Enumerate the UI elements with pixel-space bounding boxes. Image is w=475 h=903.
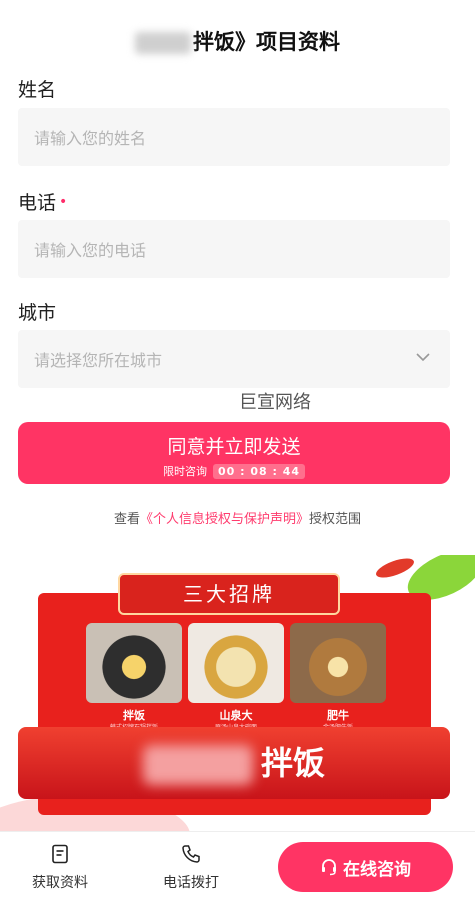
food-label: 拌饭 <box>123 709 145 722</box>
promo-image: 三大招牌 拌饭 韩式招牌石锅拌饭 山泉大 原汤山泉大碗面 肥牛 金汤肥牛饭 拌饭 <box>0 555 475 845</box>
food-label: 肥牛 <box>327 709 349 722</box>
bottom-tabbar: 获取资料 电话拨打 在线咨询 <box>0 831 475 903</box>
phone-label: 电话 • <box>18 192 68 214</box>
headset-icon <box>322 859 336 876</box>
chevron-down-icon <box>416 353 430 362</box>
page-title: 拌饭》项目资料 <box>0 26 475 56</box>
watermark-text: 巨宣网络 <box>239 392 311 413</box>
required-mark: • <box>59 194 68 210</box>
online-consult-button[interactable]: 在线咨询 <box>278 842 453 892</box>
food-image-beef <box>290 623 386 703</box>
tab-get-materials[interactable]: 获取资料 <box>15 844 105 892</box>
promo-brand-banner: 拌饭 <box>18 727 450 799</box>
food-label: 山泉大 <box>219 709 253 722</box>
submit-button[interactable]: 同意并立即发送 限时咨询 00 : 08 : 44 <box>18 422 450 484</box>
submit-label: 同意并立即发送 <box>167 436 301 458</box>
privacy-notice: 查看《个人信息授权与保护声明》授权范围 <box>113 512 362 527</box>
promo-banner: 三大招牌 <box>118 573 340 615</box>
name-input[interactable]: 请输入您的姓名 <box>18 108 450 166</box>
document-icon <box>52 844 68 864</box>
countdown: 限时咨询 00 : 08 : 44 <box>18 463 450 479</box>
city-label: 城市 <box>18 302 57 324</box>
food-image-bibimbap <box>86 623 182 703</box>
food-image-noodles <box>188 623 284 703</box>
phone-icon <box>182 845 200 863</box>
blurred-brand <box>135 32 191 54</box>
name-label: 姓名 <box>18 79 57 101</box>
city-select[interactable]: 请选择您所在城市 <box>18 330 450 388</box>
privacy-link[interactable]: 《个人信息授权与保护声明》 <box>140 512 309 527</box>
countdown-timer: 00 : 08 : 44 <box>212 464 306 479</box>
phone-input[interactable]: 请输入您的电话 <box>18 220 450 278</box>
tab-call[interactable]: 电话拨打 <box>146 844 236 892</box>
blurred-brand <box>142 745 253 785</box>
